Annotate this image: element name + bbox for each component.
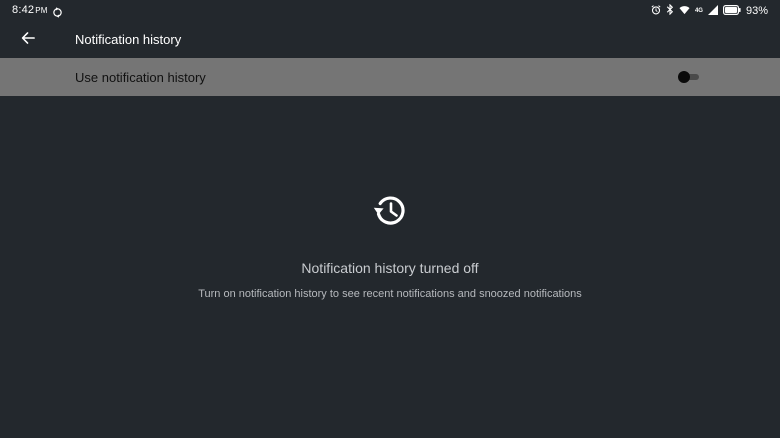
history-icon [370, 190, 410, 230]
empty-state-description: Turn on notification history to see rece… [198, 288, 582, 300]
status-time-value: 8:42 [12, 4, 35, 16]
empty-state-title: Notification history turned off [301, 260, 479, 276]
notification-history-switch[interactable] [677, 71, 701, 83]
arrow-back-icon [21, 31, 35, 50]
status-icons: 4G 93% [651, 2, 768, 20]
back-button[interactable] [14, 26, 42, 54]
page-title: Notification history [75, 32, 182, 47]
signal-icon [707, 2, 718, 20]
app-bar: Notification history [0, 22, 780, 58]
use-notification-history-setting[interactable]: Use notification history [0, 58, 780, 96]
sync-icon [52, 5, 63, 23]
empty-state: Notification history turned off Turn on … [0, 190, 780, 300]
switch-thumb [678, 71, 690, 83]
battery-percent: 93% [745, 5, 768, 17]
network-type: 4G [694, 8, 703, 14]
bluetooth-icon [666, 2, 674, 20]
wifi-icon [679, 2, 690, 20]
status-bar: 8:42PM 4G 93% [0, 0, 780, 22]
battery-icon [722, 2, 741, 20]
status-time-ampm: PM [35, 6, 48, 15]
setting-label: Use notification history [75, 70, 206, 85]
alarm-icon [651, 2, 661, 20]
status-time: 8:42PM [12, 4, 48, 16]
